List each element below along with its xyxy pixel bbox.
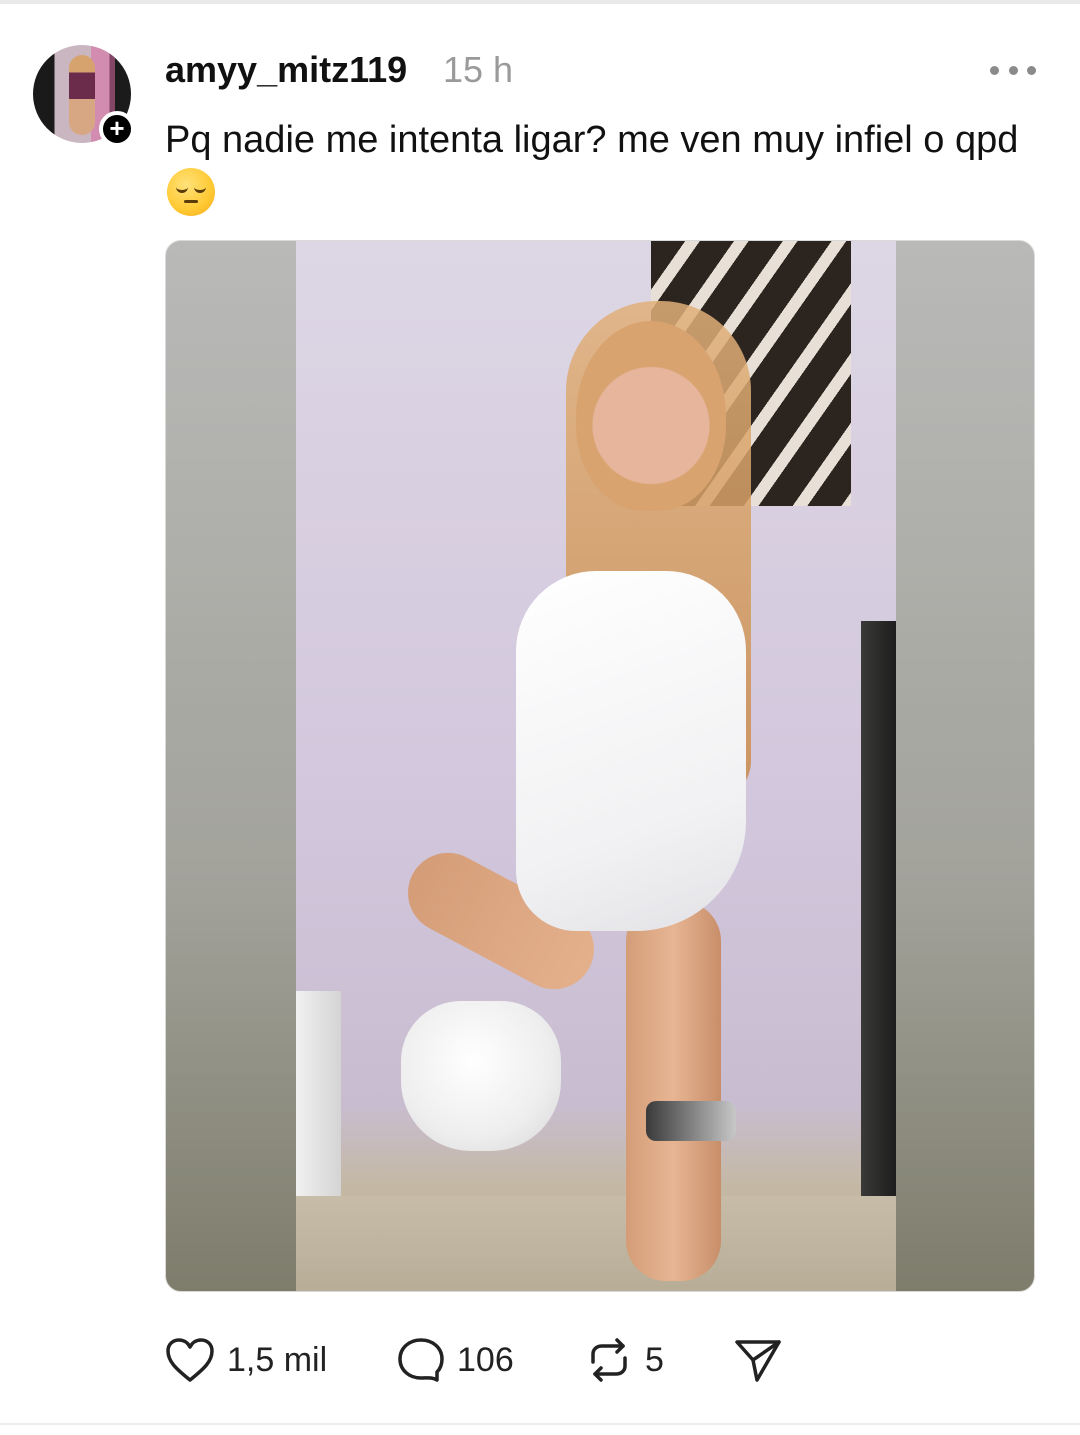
repost-button[interactable]: 5 bbox=[585, 1333, 664, 1387]
white-handbag bbox=[401, 1001, 561, 1151]
repost-count: 5 bbox=[645, 1340, 664, 1379]
more-dot bbox=[990, 65, 999, 75]
post-caption: Pq nadie me intenta ligar? me ven muy in… bbox=[165, 112, 1025, 224]
more-dot bbox=[1027, 65, 1036, 75]
comment-icon bbox=[398, 1338, 444, 1382]
floor bbox=[296, 1196, 896, 1291]
more-options-icon[interactable] bbox=[990, 62, 1036, 78]
white-dress bbox=[516, 571, 746, 931]
repost-icon bbox=[591, 1338, 627, 1382]
more-dot bbox=[1008, 65, 1018, 75]
person-face bbox=[576, 321, 726, 511]
post-photo[interactable] bbox=[165, 240, 1035, 1292]
post-actions: 1,5 mil 106 5 bbox=[165, 1333, 865, 1387]
heel-shoe bbox=[646, 1101, 736, 1141]
avatar-figure bbox=[69, 55, 95, 135]
username[interactable]: amyy_mitz119 bbox=[165, 49, 407, 91]
share-button[interactable] bbox=[733, 1333, 783, 1387]
person-leg bbox=[626, 901, 721, 1281]
caption-text: Pq nadie me intenta ligar? me ven muy in… bbox=[165, 119, 1019, 161]
pensive-face-icon bbox=[167, 168, 215, 216]
top-divider bbox=[0, 0, 1080, 4]
post-timestamp: 15 h bbox=[443, 49, 514, 90]
send-icon bbox=[735, 1340, 781, 1382]
bottom-divider bbox=[0, 1423, 1080, 1425]
heart-icon bbox=[166, 1338, 214, 1382]
reply-button[interactable]: 106 bbox=[397, 1333, 514, 1387]
like-count: 1,5 mil bbox=[227, 1340, 328, 1379]
photo-content bbox=[296, 241, 896, 1291]
avatar[interactable]: + bbox=[33, 45, 135, 147]
reply-count: 106 bbox=[457, 1340, 514, 1379]
follow-plus-icon[interactable]: + bbox=[99, 111, 135, 147]
door bbox=[861, 621, 896, 1291]
like-button[interactable]: 1,5 mil bbox=[165, 1333, 327, 1387]
